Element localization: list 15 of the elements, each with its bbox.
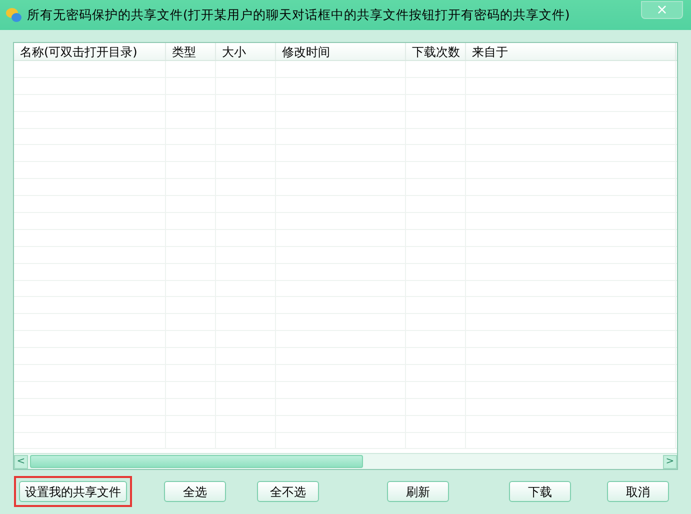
column-header[interactable]: 下载次数 xyxy=(406,43,466,60)
column-header[interactable]: 类型 xyxy=(166,43,216,60)
scroll-thumb[interactable] xyxy=(30,455,363,468)
action-button[interactable]: 设置我的共享文件 xyxy=(19,481,127,502)
action-button[interactable]: 全选 xyxy=(164,481,226,502)
action-button[interactable]: 全不选 xyxy=(257,481,319,502)
action-button[interactable]: 刷新 xyxy=(387,481,449,502)
column-header[interactable]: 大小 xyxy=(216,43,276,60)
action-button[interactable]: 下载 xyxy=(509,481,571,502)
action-button[interactable]: 取消 xyxy=(607,481,669,502)
column-header[interactable]: 修改时间 xyxy=(276,43,406,60)
column-header[interactable]: 来自于 xyxy=(466,43,676,60)
window-title: 所有无密码保护的共享文件(打开某用户的聊天对话框中的共享文件按钮打开有密码的共享文件) xyxy=(27,6,570,24)
column-header[interactable]: 名称(可双击打开目录) xyxy=(14,43,166,60)
chat-bubbles-icon xyxy=(6,7,22,23)
